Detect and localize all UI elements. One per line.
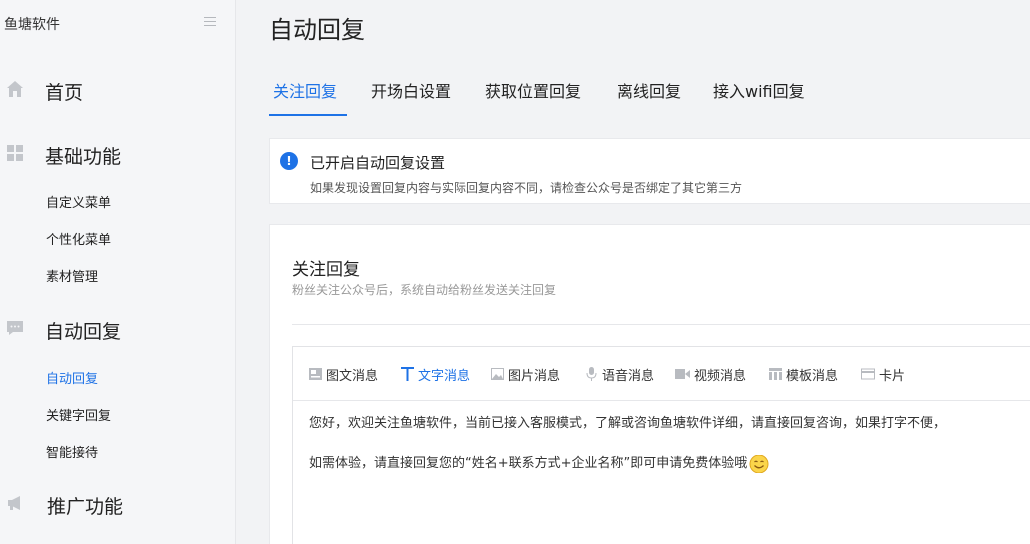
reply-text-area[interactable]: 您好，欢迎关注鱼塘软件，当前已接入客服模式，了解或咨询鱼塘软件详细，请直接回复咨… (309, 415, 1030, 473)
reply-editor: 图文消息 文字消息 图片消息 语音消息 视频消息 模板消息 卡片 您好，欢迎关注… (292, 346, 1030, 544)
active-tab-indicator (269, 114, 347, 116)
divider (292, 324, 1030, 325)
tool-label: 卡片 (879, 368, 906, 384)
tab-opening-setting[interactable]: 开场白设置 (371, 78, 451, 116)
nav-group-label: 基础功能 (45, 146, 122, 168)
alert-description: 如果发现设置回复内容与实际回复内容不同，请检查公众号是否绑定了其它第三方 (310, 181, 743, 195)
tool-image-message[interactable]: 图片消息 (491, 365, 561, 384)
menu-collapse-icon[interactable] (204, 17, 216, 29)
tool-voice-message[interactable]: 语音消息 (585, 365, 655, 384)
nav-group-label: 自动回复 (45, 321, 122, 343)
image-icon (491, 368, 504, 380)
tool-text-message[interactable]: 文字消息 (401, 365, 471, 384)
tab-location-reply[interactable]: 获取位置回复 (485, 78, 581, 116)
sidebar-item-materials[interactable]: 素材管理 (46, 266, 98, 285)
tool-label: 视频消息 (694, 368, 747, 384)
info-icon: ! (280, 152, 298, 170)
follow-reply-card: 关注回复 粉丝关注公众号后，系统自动给粉丝发送关注回复 图文消息 文字消息 图片… (269, 224, 1030, 544)
nav-group-basic[interactable]: 基础功能 (0, 138, 236, 168)
tool-label: 模板消息 (786, 368, 839, 384)
sidebar-item-custom-menu[interactable]: 自定义菜单 (46, 192, 111, 211)
main-content: 自动回复 关注回复 开场白设置 获取位置回复 离线回复 接入wifi回复 ! 已… (237, 0, 1030, 544)
card-icon (861, 368, 875, 380)
text-icon (401, 367, 414, 381)
nav-group-promotion[interactable]: 推广功能 (0, 488, 236, 518)
smile-emoji-icon (749, 455, 769, 473)
tool-card-message[interactable]: 卡片 (861, 365, 906, 384)
tab-offline-reply[interactable]: 离线回复 (617, 78, 681, 116)
chat-icon (7, 321, 23, 335)
template-icon (769, 368, 782, 380)
tab-follow-reply[interactable]: 关注回复 (273, 78, 337, 116)
megaphone-icon (8, 496, 20, 510)
nav-group-label: 首页 (45, 82, 84, 104)
tool-label: 图文消息 (326, 368, 379, 384)
message-type-toolbar: 图文消息 文字消息 图片消息 语音消息 视频消息 模板消息 卡片 (293, 347, 1030, 401)
card-title: 关注回复 (292, 260, 360, 280)
tab-bar: 关注回复 开场白设置 获取位置回复 离线回复 接入wifi回复 (269, 78, 1030, 118)
info-alert: ! 已开启自动回复设置 如果发现设置回复内容与实际回复内容不同，请检查公众号是否… (269, 138, 1030, 204)
nav-group-auto-reply[interactable]: 自动回复 (0, 313, 236, 343)
sidebar-item-smart-reception[interactable]: 智能接待 (46, 442, 98, 461)
video-icon (675, 369, 690, 379)
nav-group-label: 推广功能 (47, 496, 124, 518)
tool-label: 文字消息 (418, 368, 471, 384)
home-icon (7, 81, 23, 97)
sidebar-item-personal-menu[interactable]: 个性化菜单 (46, 229, 111, 248)
tool-template-message[interactable]: 模板消息 (769, 365, 839, 384)
reply-text-line: 您好，欢迎关注鱼塘软件，当前已接入客服模式，了解或咨询鱼塘软件详细，请直接回复咨… (309, 416, 947, 431)
alert-title: 已开启自动回复设置 (310, 154, 446, 172)
card-subtitle: 粉丝关注公众号后，系统自动给粉丝发送关注回复 (292, 283, 557, 297)
nav-group-home[interactable]: 首页 (0, 74, 236, 104)
brand-name: 鱼塘软件 (4, 17, 60, 33)
reply-text-segment: 如需体验，请直接回复您的“姓名+联系方式+企业名称”即可申请免费体验哦 (309, 456, 748, 471)
tool-video-message[interactable]: 视频消息 (675, 365, 747, 384)
page-title: 自动回复 (269, 16, 365, 44)
sidebar: 鱼塘软件 首页 基础功能 自定义菜单 个性化菜单 素材管理 自动回复 自动回复 … (0, 0, 236, 544)
article-icon (309, 368, 322, 380)
tab-wifi-reply[interactable]: 接入wifi回复 (713, 78, 805, 116)
grid-icon (7, 145, 23, 161)
microphone-icon (586, 367, 597, 381)
sidebar-item-auto-reply[interactable]: 自动回复 (46, 368, 98, 387)
sidebar-item-keyword-reply[interactable]: 关键字回复 (46, 405, 111, 424)
tool-rich-message[interactable]: 图文消息 (309, 365, 379, 384)
tool-label: 语音消息 (602, 368, 655, 384)
reply-text-line: 如需体验，请直接回复您的“姓名+联系方式+企业名称”即可申请免费体验哦 (309, 455, 1030, 473)
tool-label: 图片消息 (508, 368, 561, 384)
